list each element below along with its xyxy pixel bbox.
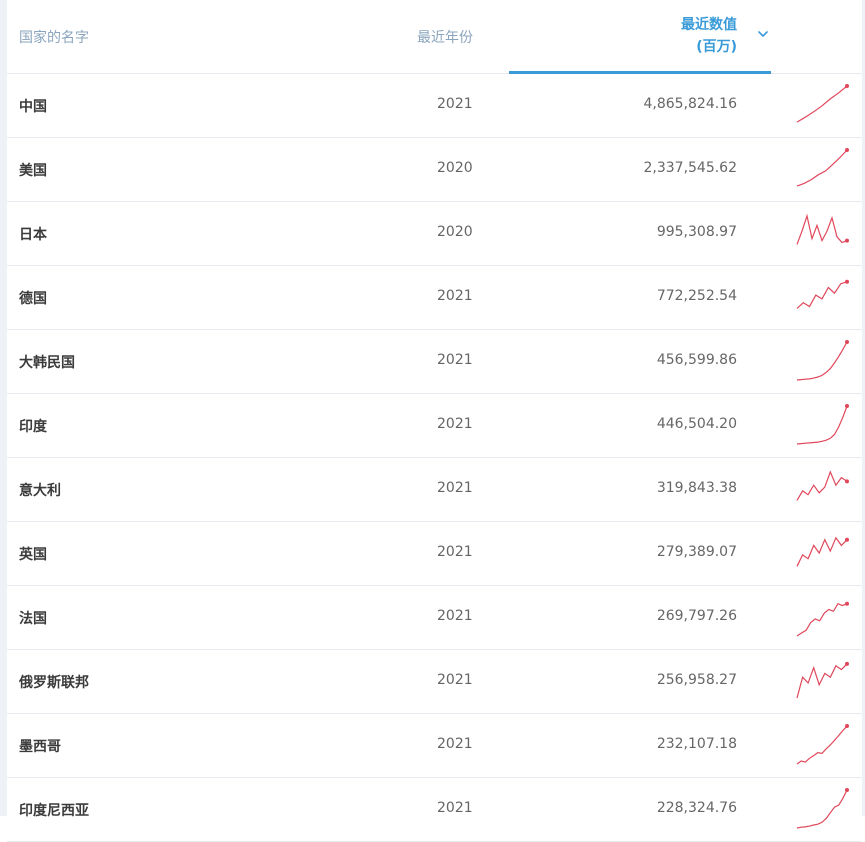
table-row[interactable]: 日本 2020 995,308.97 [7,202,862,266]
table-row[interactable]: 中国 2021 4,865,824.16 [7,74,862,138]
sparkline-chart[interactable] [793,786,851,832]
sparkline-line [796,536,848,567]
chevron-down-icon[interactable] [757,28,769,40]
latest-value: 446,504.20 [656,416,737,432]
sparkline-chart[interactable] [793,274,851,320]
latest-year: 2020 [437,224,473,240]
column-header-value[interactable]: 最近数值 (百万) [657,14,737,58]
latest-value: 4,865,824.16 [643,96,737,112]
data-table: 国家的名字 最近年份 最近数值 (百万) 中国 2021 4,865,824.16 美… [0,0,865,842]
sparkline-chart[interactable] [793,594,851,640]
country-name[interactable]: 印度 [19,416,47,436]
sparkline-end-dot [845,601,849,606]
table-row[interactable]: 德国 2021 772,252.54 [7,266,862,330]
sparkline-chart[interactable] [793,82,851,128]
table-header: 国家的名字 最近年份 最近数值 (百万) [7,0,862,74]
sparkline-chart[interactable] [793,530,851,576]
table-row[interactable]: 大韩民国 2021 456,599.86 [7,330,862,394]
table-row[interactable]: 印度尼西亚 2021 228,324.76 [7,778,862,842]
table-row[interactable]: 英国 2021 279,389.07 [7,522,862,586]
sparkline-line [796,725,848,765]
latest-year: 2021 [437,96,473,112]
sparkline-line [796,405,848,445]
sparkline-chart[interactable] [793,658,851,704]
country-name[interactable]: 英国 [19,544,47,564]
sparkline-end-dot [845,148,849,152]
country-name[interactable]: 中国 [19,96,47,116]
sparkline-line [796,281,848,309]
latest-value: 2,337,545.62 [643,160,737,176]
sparkline-line [796,149,848,187]
latest-year: 2021 [437,480,473,496]
latest-value: 319,843.38 [656,480,737,496]
sparkline-end-dot [845,279,849,284]
country-name[interactable]: 美国 [19,160,47,180]
sparkline-line [796,602,848,637]
sparkline-end-dot [845,404,849,408]
country-name[interactable]: 日本 [19,224,47,244]
table-row[interactable]: 墨西哥 2021 232,107.18 [7,714,862,778]
table-row[interactable]: 美国 2020 2,337,545.62 [7,138,862,202]
sparkline-chart[interactable] [793,338,851,384]
sparkline-end-dot [845,788,849,792]
sparkline-chart[interactable] [793,466,851,512]
country-name[interactable]: 俄罗斯联邦 [19,672,89,692]
column-header-value-line1: 最近数值 [681,17,737,33]
country-name[interactable]: 法国 [19,608,47,628]
column-header-value-line2: (百万) [696,39,737,55]
table-row[interactable]: 印度 2021 446,504.20 [7,394,862,458]
sparkline-chart[interactable] [793,402,851,448]
latest-year: 2021 [437,288,473,304]
sparkline-line [796,85,848,123]
table-row[interactable]: 俄罗斯联邦 2021 256,958.27 [7,650,862,714]
latest-value: 772,252.54 [656,288,737,304]
country-name[interactable]: 印度尼西亚 [19,800,89,820]
sparkline-line [796,341,848,381]
latest-value: 256,958.27 [656,672,737,688]
sparkline-end-dot [845,537,849,542]
country-name[interactable]: 墨西哥 [19,736,61,756]
column-header-year[interactable]: 最近年份 [417,27,473,47]
table-row[interactable]: 法国 2021 269,797.26 [7,586,862,650]
sparkline-chart[interactable] [793,146,851,192]
latest-year: 2021 [437,416,473,432]
latest-year: 2021 [437,352,473,368]
latest-year: 2021 [437,736,473,752]
left-border [0,0,7,816]
country-name[interactable]: 德国 [19,288,47,308]
sparkline-end-dot [845,238,849,243]
sparkline-chart[interactable] [793,210,851,256]
sparkline-end-dot [845,340,849,344]
latest-year: 2021 [437,672,473,688]
latest-value: 995,308.97 [656,224,737,240]
table-row[interactable]: 意大利 2021 319,843.38 [7,458,862,522]
sparkline-line [796,789,848,829]
latest-year: 2021 [437,800,473,816]
latest-year: 2021 [437,608,473,624]
sparkline-chart[interactable] [793,722,851,768]
sparkline-line [796,663,848,699]
country-name[interactable]: 意大利 [19,480,61,500]
sparkline-line [796,470,848,501]
column-header-country[interactable]: 国家的名字 [19,27,89,47]
sparkline-end-dot [845,724,849,728]
latest-value: 269,797.26 [656,608,737,624]
latest-value: 232,107.18 [656,736,737,752]
latest-value: 456,599.86 [656,352,737,368]
country-name[interactable]: 大韩民国 [19,352,75,372]
latest-year: 2021 [437,544,473,560]
sparkline-end-dot [845,84,849,88]
sparkline-line [796,213,848,245]
table-body: 中国 2021 4,865,824.16 美国 2020 2,337,545.62 日本 20… [7,74,862,842]
sparkline-end-dot [845,479,849,484]
latest-value: 279,389.07 [656,544,737,560]
latest-year: 2020 [437,160,473,176]
sparkline-end-dot [845,661,849,666]
latest-value: 228,324.76 [656,800,737,816]
